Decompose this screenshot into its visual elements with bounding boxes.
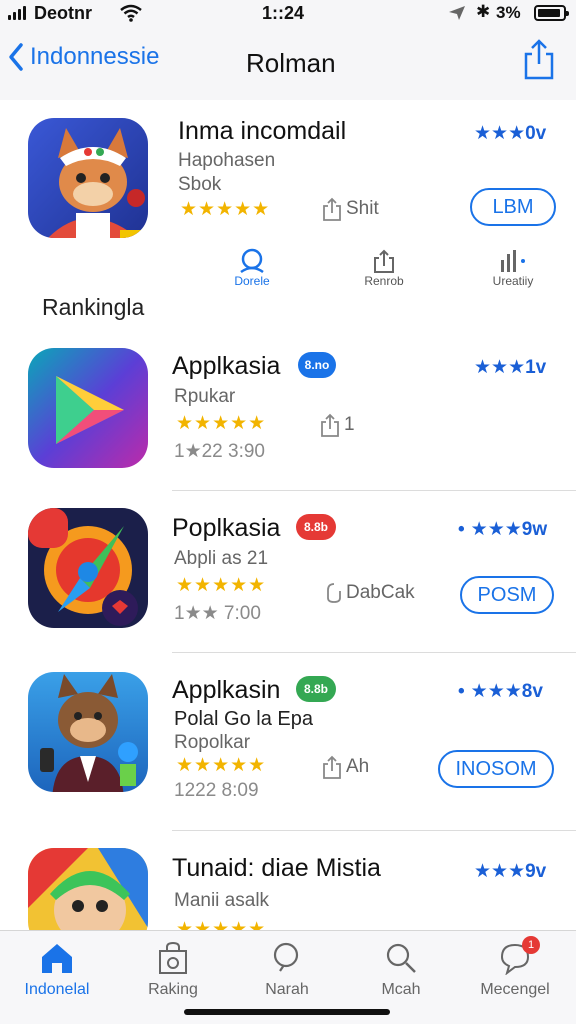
featured-app-subtitle: Hapohasen	[178, 150, 276, 171]
list-item[interactable]: Applkasia 8.no Rpukar ★★★★★ 1★22 3:90 1 …	[0, 336, 576, 486]
app-subtitle: Abpli as 21	[174, 548, 269, 569]
inline-tabs: Dorele Renrob Ureatiiy	[0, 248, 576, 298]
featured-share[interactable]: Shit	[322, 196, 379, 222]
app-badge: 8.no	[298, 352, 336, 378]
back-label: Indonnessie	[30, 43, 160, 70]
featured-rating: ★★★0v	[474, 123, 547, 144]
wifi-icon	[120, 4, 142, 22]
home-icon	[42, 944, 72, 973]
chevron-left-icon	[9, 43, 23, 71]
tab-messages[interactable]: Mecengel	[460, 941, 570, 999]
location-icon	[449, 6, 465, 20]
app-name: Applkasin	[172, 676, 281, 704]
inline-tab-label: Ureatiiy	[492, 274, 534, 288]
home-indicator[interactable]	[184, 1009, 390, 1015]
divider	[172, 490, 576, 491]
app-icon-character[interactable]	[28, 672, 148, 792]
app-rating: ★★★1v	[474, 357, 547, 378]
notification-badge: 1	[522, 936, 540, 954]
inline-tab-ureatiiy[interactable]: Ureatiiy	[478, 248, 548, 288]
featured-app-stars: ★★★★★	[180, 199, 271, 220]
battery-percent: 3%	[496, 3, 521, 22]
app-stars: ★★★★★	[176, 413, 267, 434]
app-category: Ropolkar	[174, 732, 251, 753]
app-share-label: 1	[344, 414, 355, 435]
list-item[interactable]: Poplkasia 8.8b Abpli as 21 ★★★★★ 1★★ 7:0…	[0, 496, 576, 650]
app-icon-play[interactable]	[28, 348, 148, 468]
ranking-icon	[159, 941, 187, 974]
app-name: Tunaid: diae Mistia	[172, 854, 381, 882]
featured-app-category: Sbok	[178, 174, 222, 195]
carrier-name: Deotnr	[34, 3, 92, 23]
app-stars: ★★★★★	[176, 575, 267, 596]
clock: 1::24	[262, 3, 305, 23]
magnifier-icon	[386, 943, 416, 973]
section-title: Rankingla	[42, 294, 145, 320]
app-badge: 8.8b	[296, 514, 336, 540]
app-stars: ★★★★★	[176, 919, 267, 930]
app-share[interactable]: Ah	[322, 754, 369, 780]
tab-label: Mcah	[381, 981, 421, 998]
list-item[interactable]: Tunaid: diae Mistia Manii asalk ★★★★★ ★★…	[0, 838, 576, 930]
app-icon-compass[interactable]	[28, 508, 148, 628]
app-name: Poplkasia	[172, 514, 281, 542]
app-icon-cartoon[interactable]	[28, 848, 148, 930]
app-name: Applkasia	[172, 352, 281, 380]
share-small-icon	[321, 413, 339, 437]
tab-search[interactable]: Narah	[232, 941, 342, 999]
clip-icon	[327, 583, 341, 603]
inline-tab-label: Renrob	[364, 274, 404, 288]
back-button[interactable]: Indonnessie	[8, 42, 159, 72]
featured-app-name: Inma incomdail	[178, 117, 347, 145]
page-title: Rolman	[246, 48, 336, 78]
search-tab-icon	[273, 942, 299, 972]
app-rating: • ★★★8v	[458, 681, 543, 702]
inline-tab-label: Dorele	[234, 274, 270, 288]
app-get-button[interactable]: INOSOM	[438, 750, 554, 788]
app-meta: 1★22 3:90	[174, 441, 265, 462]
app-share[interactable]: 1	[320, 412, 355, 438]
featured-get-button[interactable]: LBM	[470, 188, 556, 226]
featured-share-label: Shit	[346, 198, 379, 219]
app-stars: ★★★★★	[176, 755, 267, 776]
app-share-label: Ah	[346, 756, 370, 777]
person-icon	[240, 248, 264, 274]
app-subtitle: Rpukar	[174, 386, 236, 407]
tab-label: Indonelal	[24, 981, 90, 998]
app-share[interactable]: DabCak	[326, 582, 415, 604]
divider	[172, 652, 576, 653]
app-meta: 1222 8:09	[174, 780, 259, 801]
signal-icon	[8, 6, 26, 20]
inline-tab-renrob[interactable]: Renrob	[352, 248, 416, 288]
app-rating: • ★★★9w	[458, 519, 548, 540]
app-subtitle: Polal Go la Epa	[174, 708, 313, 730]
app-meta: 1★★ 7:00	[174, 603, 261, 624]
tab-label: Narah	[265, 981, 309, 998]
tab-ranking[interactable]: Raking	[118, 941, 228, 999]
divider	[172, 830, 576, 831]
bluetooth-icon: ✱	[476, 2, 491, 21]
status-bar: Deotnr 1::24 ✱ 3%	[0, 0, 576, 28]
inline-tab-dorele[interactable]: Dorele	[222, 248, 282, 288]
bar-chart-icon	[501, 250, 525, 272]
share-stack-icon	[374, 249, 394, 273]
tab-home[interactable]: Indonelal	[2, 941, 112, 999]
navigation-bar: Indonnessie Rolman	[0, 28, 576, 100]
battery-icon	[534, 5, 569, 21]
share-icon[interactable]	[522, 38, 556, 80]
list-item[interactable]: Applkasin 8.8b Polal Go la Epa Ropolkar …	[0, 660, 576, 830]
share-small-icon	[323, 755, 341, 779]
tab-mcah[interactable]: Mcah	[346, 941, 456, 999]
share-small-icon	[323, 197, 341, 221]
app-badge: 8.8b	[296, 676, 336, 702]
app-get-button[interactable]: POSM	[460, 576, 554, 614]
app-share-label: DabCak	[346, 582, 415, 603]
featured-app-icon[interactable]	[28, 118, 148, 238]
tab-label: Raking	[148, 981, 198, 998]
app-rating: ★★★9v	[474, 861, 547, 882]
tab-label: Mecengel	[480, 981, 550, 998]
app-subtitle: Manii asalk	[174, 890, 270, 911]
